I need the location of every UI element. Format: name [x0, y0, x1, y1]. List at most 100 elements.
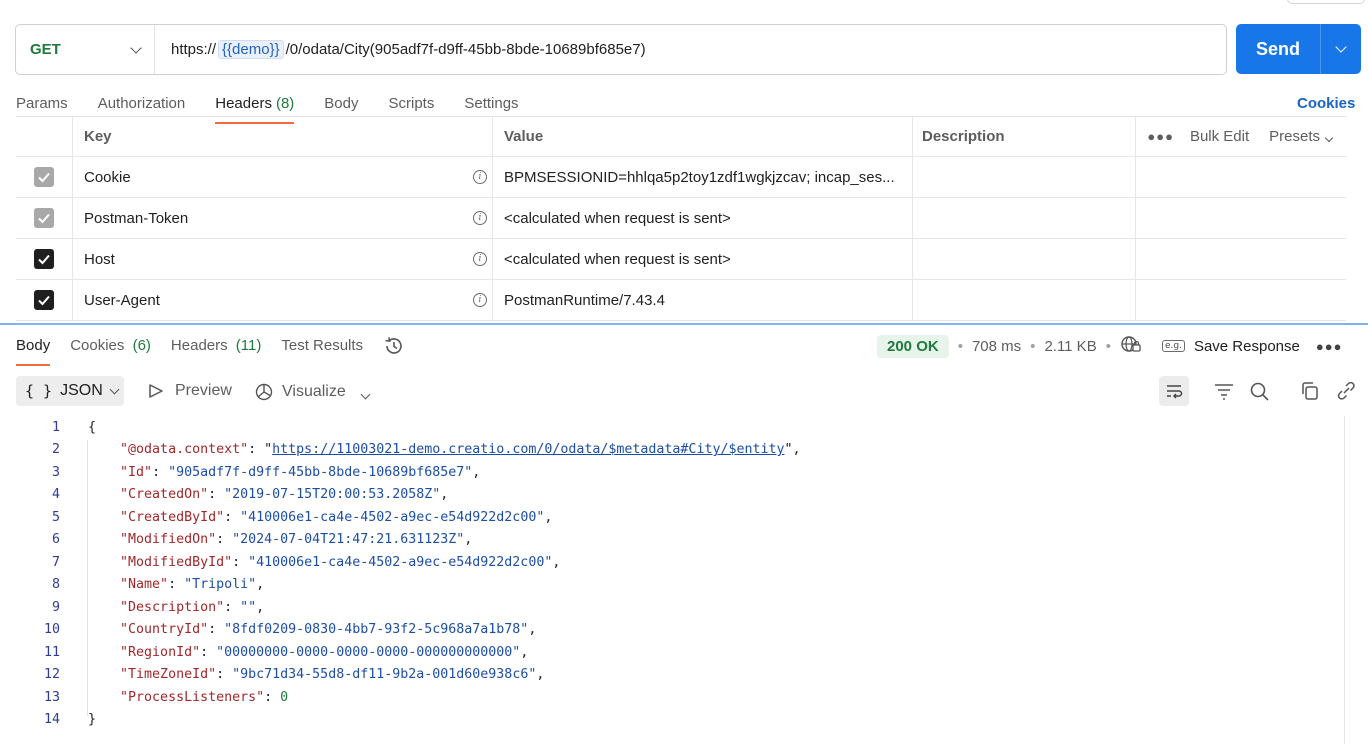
row-checkbox[interactable] — [34, 290, 54, 310]
code-link[interactable]: https://11003021-demo.creatio.com/0/odat… — [272, 442, 784, 457]
url-bar: GET https:// {{demo}} /0/odata/City(905a… — [15, 24, 1227, 75]
chevron-down-icon — [130, 41, 142, 54]
presets-label: Presets — [1269, 128, 1320, 145]
tab-label: Cookies — [70, 337, 125, 354]
code-token: : — [224, 599, 241, 615]
preview-button[interactable]: Preview — [147, 382, 232, 400]
code-text: "Name": "Tripoli", — [60, 577, 264, 592]
network-globe-icon[interactable] — [1120, 334, 1142, 358]
code-text: "Description": "", — [60, 600, 264, 615]
chevron-down-icon — [109, 384, 120, 394]
copy-icon[interactable] — [1300, 381, 1322, 405]
vertical-scrollbar[interactable] — [1344, 416, 1345, 744]
line-number: 5 — [51, 509, 60, 525]
response-time[interactable]: 708 ms — [972, 338, 1021, 355]
headers-table: Key Value Description ●●● Bulk Edit Pres… — [16, 116, 1346, 321]
save-response-button[interactable]: e.g. Save Response — [1161, 338, 1300, 355]
key-cell[interactable]: Postman-Token i — [73, 198, 493, 238]
info-icon[interactable]: i — [473, 211, 487, 225]
send-button[interactable]: Send — [1236, 39, 1320, 60]
code-token: : — [224, 509, 241, 525]
response-body-viewer[interactable]: 1{2 "@odata.context": "https://11003021-… — [0, 416, 1344, 731]
info-icon[interactable]: i — [473, 170, 487, 184]
visualize-options-button[interactable] — [360, 385, 371, 402]
code-token: ", — [784, 442, 801, 458]
filter-icon[interactable] — [1213, 381, 1235, 405]
key-cell[interactable]: Cookie i — [73, 157, 493, 197]
column-description: Description — [913, 117, 1136, 156]
key-text: Postman-Token — [84, 209, 189, 227]
tab-label: Headers — [170, 337, 228, 354]
tab-label: Body — [16, 337, 51, 354]
tab-response-body[interactable]: Body — [16, 337, 51, 366]
code-text: "ModifiedOn": "2024-07-04T21:47:21.63112… — [60, 532, 472, 547]
link-icon[interactable] — [1335, 381, 1357, 405]
cookies-link[interactable]: Cookies — [1297, 95, 1355, 112]
code-line: 6 "ModifiedOn": "2024-07-04T21:47:21.631… — [0, 529, 1344, 552]
row-checkbox[interactable] — [34, 167, 54, 187]
code-token: "2019-07-15T20:00:53.2058Z" — [224, 487, 441, 503]
code-line: 3 "Id": "905adf7f-d9ff-45bb-8bde-10689bf… — [0, 461, 1344, 484]
description-cell[interactable] — [913, 239, 1136, 279]
response-size[interactable]: 2.11 KB — [1044, 338, 1096, 355]
bulk-edit-button[interactable]: Bulk Edit — [1190, 128, 1249, 145]
wrap-lines-icon — [1167, 385, 1183, 399]
value-text: PostmanRuntime/7.43.4 — [504, 291, 665, 309]
code-line: 10 "CountryId": "8fdf0209-0830-4bb7-93f2… — [0, 619, 1344, 642]
url-input[interactable]: https:// {{demo}} /0/odata/City(905adf7f… — [155, 40, 646, 59]
code-token: "" — [240, 599, 257, 615]
description-cell[interactable] — [913, 280, 1136, 320]
row-checkbox-cell — [16, 198, 73, 238]
value-cell[interactable]: BPMSESSIONID=hhlqa5p2toy1zdf1wgkjzcav; i… — [493, 157, 913, 197]
code-token: : — [208, 622, 225, 638]
code-line: 8 "Name": "Tripoli", — [0, 574, 1344, 597]
format-select[interactable]: { } JSON — [16, 376, 124, 406]
status-badge[interactable]: 200 OK — [877, 334, 949, 358]
line-number: 4 — [51, 487, 60, 503]
method-select[interactable]: GET — [16, 25, 155, 74]
tab-response-headers[interactable]: Headers (11) — [171, 337, 261, 366]
code-text: "CreatedById": "410006e1-ca4e-4502-a9ec-… — [60, 510, 552, 525]
line-number: 6 — [51, 532, 60, 548]
code-line: 9 "Description": "", — [0, 596, 1344, 619]
code-token: "Tripoli" — [184, 577, 257, 593]
code-token: "@odata.context" — [120, 442, 249, 458]
description-cell[interactable] — [913, 157, 1136, 197]
tab-count: (8) — [275, 95, 295, 112]
history-icon[interactable] — [383, 336, 405, 365]
more-options-icon[interactable]: ●●● — [1147, 129, 1174, 144]
row-checkbox[interactable] — [34, 208, 54, 228]
code-token: : — [168, 577, 185, 593]
key-cell[interactable]: User-Agent i — [73, 280, 493, 320]
tab-response-cookies[interactable]: Cookies (6) — [70, 337, 151, 366]
visualize-button[interactable]: Visualize — [254, 382, 346, 402]
tab-test-results[interactable]: Test Results — [281, 337, 363, 366]
value-cell[interactable]: PostmanRuntime/7.43.4 — [493, 280, 913, 320]
description-cell[interactable] — [913, 198, 1136, 238]
code-line: 1{ — [0, 416, 1344, 439]
presets-button[interactable]: Presets — [1269, 128, 1334, 145]
wrap-lines-button[interactable] — [1159, 376, 1189, 406]
code-line: 7 "ModifiedById": "410006e1-ca4e-4502-a9… — [0, 551, 1344, 574]
code-token: , — [536, 667, 545, 683]
code-token: "ProcessListeners" — [120, 689, 265, 705]
code-text: "TimeZoneId": "9bc71d34-55d8-df11-9b2a-0… — [60, 667, 544, 682]
key-cell[interactable]: Host i — [73, 239, 493, 279]
row-tools-cell — [1136, 239, 1346, 279]
search-icon[interactable] — [1249, 381, 1271, 405]
value-cell[interactable]: <calculated when request is sent> — [493, 239, 913, 279]
row-checkbox[interactable] — [34, 249, 54, 269]
value-cell[interactable]: <calculated when request is sent> — [493, 198, 913, 238]
send-options-button[interactable] — [1321, 41, 1361, 53]
checkmark-icon — [38, 172, 50, 183]
info-icon[interactable]: i — [473, 293, 487, 307]
info-icon[interactable]: i — [473, 252, 487, 266]
more-options-icon[interactable]: ●●● — [1316, 339, 1343, 354]
url-variable[interactable]: {{demo}} — [218, 40, 284, 59]
pane-splitter[interactable] — [0, 323, 1368, 325]
row-checkbox-cell — [16, 280, 73, 320]
value-text: <calculated when request is sent> — [504, 209, 731, 227]
